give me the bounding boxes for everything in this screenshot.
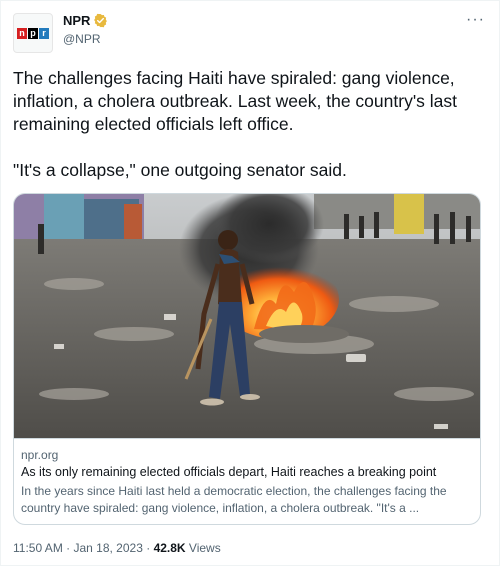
tweet: n p r NPR @NPR ··· The challenges facing… [0, 0, 500, 566]
more-options-icon[interactable]: ··· [466, 12, 485, 28]
logo-letter-n: n [17, 27, 27, 39]
tweet-text: The challenges facing Haiti have spirale… [13, 67, 483, 182]
card-description: In the years since Haiti last held a dem… [21, 484, 447, 515]
logo-letter-r: r [39, 27, 49, 39]
author-name-row: NPR [63, 13, 108, 28]
logo-letter-p: p [28, 27, 38, 39]
tweet-paragraph-2: "It's a collapse," one outgoing senator … [13, 160, 347, 180]
card-body: npr.org As its only remaining elected of… [14, 438, 480, 517]
tweet-paragraph-1: The challenges facing Haiti have spirale… [13, 68, 458, 134]
author-handle[interactable]: @NPR [63, 32, 101, 46]
verified-badge-icon [94, 13, 108, 28]
npr-logo: n p r [17, 27, 49, 39]
meta-separator: · [62, 541, 74, 555]
view-count: 42.8K [153, 541, 186, 555]
views-label: Views [185, 541, 221, 555]
card-image[interactable] [14, 194, 480, 438]
tweet-date[interactable]: Jan 18, 2023 [73, 541, 142, 555]
meta-separator-2: · [142, 541, 154, 555]
tweet-time[interactable]: 11:50 AM [13, 541, 63, 555]
card-domain: npr.org [21, 448, 59, 462]
avatar[interactable]: n p r [13, 13, 53, 53]
author-name[interactable]: NPR [63, 13, 90, 28]
tweet-meta: 11:50 AM · Jan 18, 2023 · 42.8K Views [13, 541, 221, 555]
link-card[interactable]: npr.org As its only remaining elected of… [13, 193, 481, 525]
card-title: As its only remaining elected officials … [21, 465, 437, 479]
